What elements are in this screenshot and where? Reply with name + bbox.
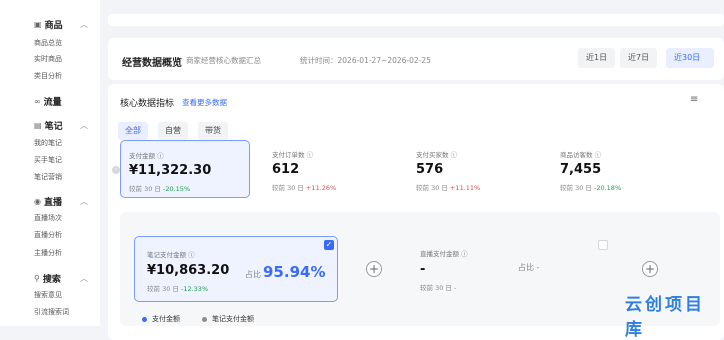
legend-item-payment[interactable]: 支付金额 bbox=[142, 314, 180, 324]
metric-label: 直播支付金额 ⓘ bbox=[420, 250, 468, 258]
watermark: 云创项目库 bbox=[625, 295, 705, 340]
metric-compare: 较前 30 日 - bbox=[420, 284, 457, 292]
metric-share: 占比 - bbox=[518, 263, 540, 272]
range-30d-button[interactable]: 近30日 bbox=[666, 48, 715, 68]
sidebar-group-traffic[interactable]: ∞ 流量 bbox=[34, 95, 62, 108]
metric-label: 支付订单数 ⓘ bbox=[272, 151, 314, 159]
legend-label: 笔记支付金额 bbox=[212, 315, 254, 323]
range-1d-button[interactable]: 近1日 bbox=[578, 48, 616, 68]
metric-live-payment[interactable]: 直播支付金额 ⓘ - 占比 - 较前 30 日 - bbox=[408, 236, 606, 302]
metric-compare: 较前 30 日 -20.18% bbox=[560, 184, 622, 192]
sidebar-group-label: 搜索 bbox=[42, 275, 61, 285]
metric-label: 笔记支付金额 ⓘ bbox=[147, 251, 195, 259]
metric-label: 商品访客数 ⓘ bbox=[560, 151, 602, 159]
add-plus-icon[interactable]: + bbox=[642, 261, 658, 277]
sidebar-item-product-overview[interactable]: 商品总览 bbox=[34, 38, 62, 48]
chevron-up-icon[interactable]: ︿ bbox=[80, 196, 88, 207]
metric-label: 支付金额 ⓘ bbox=[129, 152, 164, 160]
metric-value: 576 bbox=[416, 162, 444, 177]
chevron-up-icon[interactable]: ︿ bbox=[80, 273, 88, 284]
chevron-up-icon[interactable]: ︿ bbox=[80, 120, 88, 131]
tab-self-operated[interactable]: 自营 bbox=[158, 122, 188, 140]
range-7d-button[interactable]: 近7日 bbox=[620, 48, 658, 68]
sidebar-item-category-analysis[interactable]: 类目分析 bbox=[34, 71, 62, 81]
sidebar-item-note-marketing[interactable]: 笔记营销 bbox=[34, 172, 62, 182]
sidebar-item-my-notes[interactable]: 我的笔记 bbox=[34, 138, 62, 148]
legend-dot bbox=[202, 316, 207, 322]
sidebar-group-products[interactable]: ▣ 商品 bbox=[34, 18, 63, 31]
scroll-left-icon[interactable]: ‹ bbox=[112, 166, 120, 174]
legend-dot bbox=[142, 316, 147, 322]
metric-payment-amount[interactable]: 支付金额 ⓘ ¥11,322.30 较前 30 日 -20.15% bbox=[120, 140, 250, 198]
sidebar-group-search[interactable]: ⚲ 搜索 bbox=[34, 272, 61, 285]
metric-value: 612 bbox=[272, 162, 300, 177]
sidebar-group-label: 笔记 bbox=[44, 122, 63, 132]
metric-order-count[interactable]: 支付订单数 ⓘ 612 较前 30 日 +11.26% bbox=[264, 140, 394, 198]
checkbox-empty-icon[interactable] bbox=[598, 240, 608, 250]
metric-value: ¥11,322.30 bbox=[129, 163, 212, 178]
traffic-icon: ∞ bbox=[34, 97, 41, 106]
sidebar-item-live-sessions[interactable]: 直播场次 bbox=[34, 213, 62, 223]
legend-label: 支付金额 bbox=[152, 315, 180, 323]
sidebar-group-live[interactable]: ◉ 直播 bbox=[34, 195, 62, 208]
sidebar-group-label: 商品 bbox=[44, 21, 63, 31]
metric-label: 支付买家数 ⓘ bbox=[416, 151, 458, 159]
overview-header: 经营数据概览 商家经营核心数据汇总 统计时间：2026-01-27~2026-0… bbox=[108, 38, 724, 80]
section-title: 核心数据指标 bbox=[120, 99, 175, 109]
sidebar-group-label: 直播 bbox=[43, 198, 62, 208]
sidebar-item-realtime-products[interactable]: 实时商品 bbox=[34, 54, 62, 64]
live-icon: ◉ bbox=[34, 197, 41, 206]
add-plus-icon[interactable]: + bbox=[366, 261, 382, 277]
metric-value: 7,455 bbox=[560, 162, 602, 177]
sidebar-group-notes[interactable]: ▤ 笔记 bbox=[34, 119, 63, 132]
shopping-bag-icon: ▣ bbox=[34, 20, 42, 29]
metric-note-payment[interactable]: 笔记支付金额 ⓘ ¥10,863.20 占比 95.94% 较前 30 日 -12… bbox=[134, 236, 338, 302]
metric-compare: 较前 30 日 +11.11% bbox=[416, 184, 481, 192]
metric-visitor-count[interactable]: 商品访客数 ⓘ 7,455 较前 30 日 -20.18% bbox=[552, 140, 682, 198]
page-title: 经营数据概览 bbox=[122, 58, 182, 69]
page-subtitle: 商家经营核心数据汇总 bbox=[186, 56, 261, 65]
metric-buyer-count[interactable]: 支付买家数 ⓘ 576 较前 30 日 +11.11% bbox=[408, 140, 538, 198]
search-icon: ⚲ bbox=[34, 274, 40, 283]
sidebar-item-host-analysis[interactable]: 主播分析 bbox=[34, 248, 62, 258]
tab-all[interactable]: 全部 bbox=[118, 122, 148, 140]
tab-affiliate[interactable]: 带货 bbox=[198, 122, 228, 140]
legend-item-note-payment[interactable]: 笔记支付金额 bbox=[202, 314, 254, 324]
sidebar: ▣ 商品 ︿ 商品总览 实时商品 类目分析 ∞ 流量 ▤ 笔记 ︿ 我的笔记 买… bbox=[0, 0, 100, 326]
metric-compare: 较前 30 日 -12.33% bbox=[147, 285, 209, 293]
sidebar-group-label: 流量 bbox=[43, 98, 62, 108]
metric-compare: 较前 30 日 +11.26% bbox=[272, 184, 337, 192]
sidebar-item-buyer-notes[interactable]: 买手笔记 bbox=[34, 155, 62, 165]
metric-value: - bbox=[420, 262, 426, 277]
date-range: 统计时间：2026-01-27~2026-02-25 bbox=[300, 56, 431, 65]
sidebar-item-search-keywords[interactable]: 引流搜索词 bbox=[34, 307, 69, 317]
metric-value: ¥10,863.20 bbox=[147, 263, 230, 278]
top-strip bbox=[108, 14, 724, 26]
more-data-link[interactable]: 查看更多数据 bbox=[182, 97, 227, 108]
settings-icon[interactable]: ≡ bbox=[690, 94, 698, 105]
metric-share: 占比 95.94% bbox=[245, 263, 326, 281]
metric-compare: 较前 30 日 -20.15% bbox=[129, 185, 191, 193]
chevron-up-icon[interactable]: ︿ bbox=[80, 19, 88, 30]
checkbox-checked-icon[interactable]: ✓ bbox=[324, 240, 334, 250]
note-icon: ▤ bbox=[34, 121, 42, 130]
sidebar-item-live-analysis[interactable]: 直播分析 bbox=[34, 230, 62, 240]
sidebar-item-search-insights[interactable]: 搜索意见 bbox=[34, 290, 62, 300]
